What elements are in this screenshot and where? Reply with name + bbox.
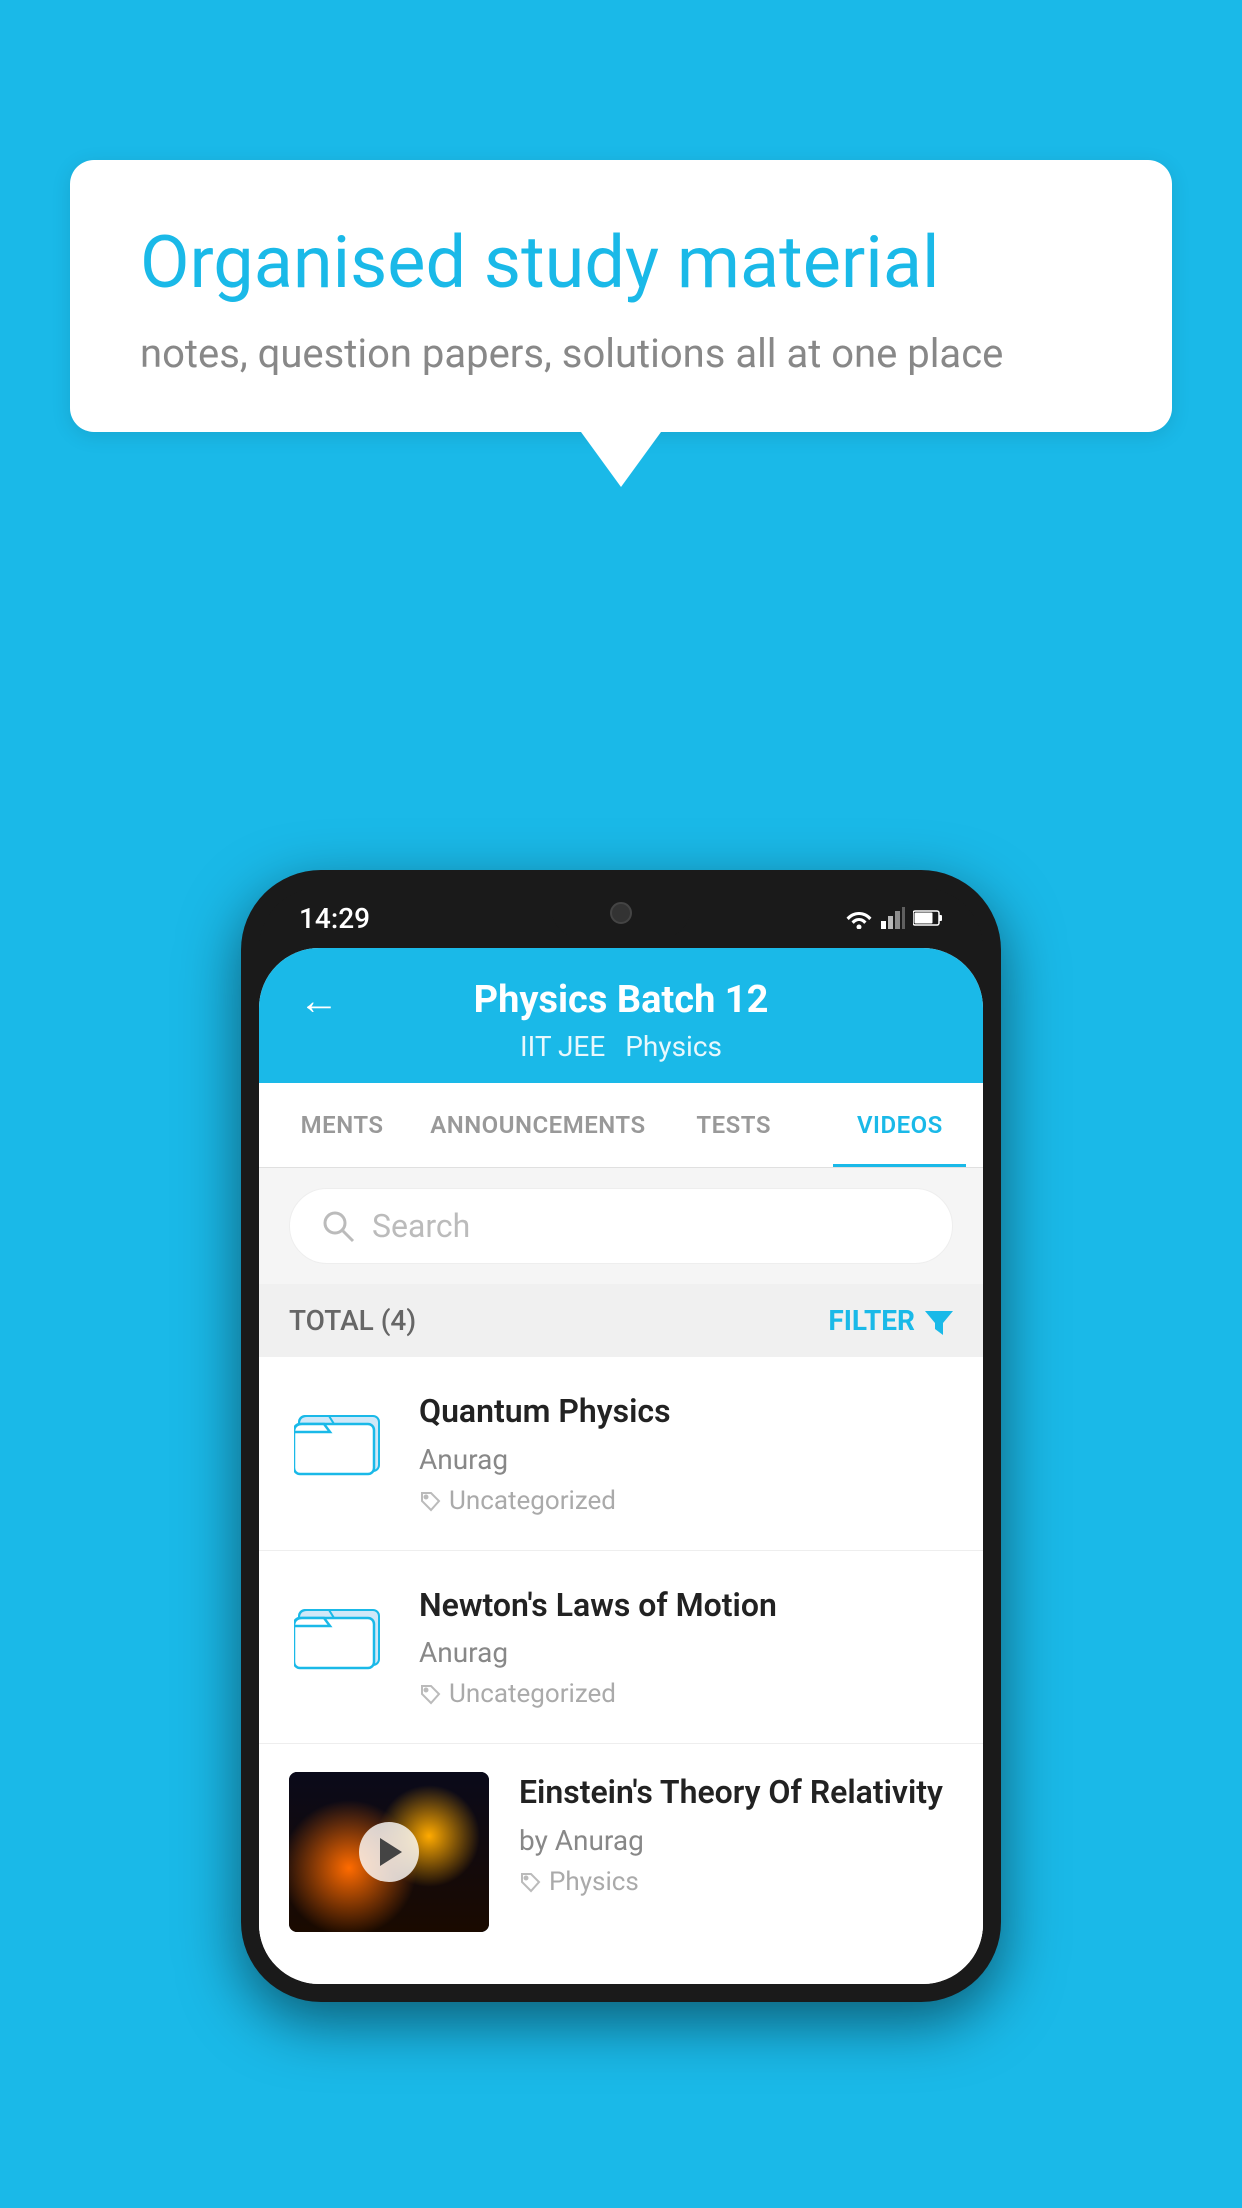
folder-thumb-quantum <box>289 1391 389 1481</box>
header-row: ← Physics Batch 12 <box>299 978 943 1022</box>
tag-label: Uncategorized <box>449 1486 616 1516</box>
phone-notch <box>551 888 691 938</box>
list-item[interactable]: Newton's Laws of Motion Anurag Uncategor… <box>259 1551 983 1745</box>
tag-icon <box>519 1871 541 1893</box>
tab-ments[interactable]: MENTS <box>259 1083 425 1167</box>
video-list: Quantum Physics Anurag Uncategorized <box>259 1357 983 1984</box>
list-item[interactable]: Einstein's Theory Of Relativity by Anura… <box>259 1744 983 1960</box>
filter-button[interactable]: FILTER <box>828 1304 953 1337</box>
total-count: TOTAL (4) <box>289 1304 416 1337</box>
video-info-newton: Newton's Laws of Motion Anurag Uncategor… <box>419 1585 953 1710</box>
partial-item-einstein: Einstein's Theory Of Relativity by Anura… <box>259 1744 983 1984</box>
tabs-bar: MENTS ANNOUNCEMENTS TESTS VIDEOS <box>259 1083 983 1168</box>
subtitle-tag2: Physics <box>625 1030 722 1063</box>
tag-icon <box>419 1490 441 1512</box>
speech-bubble-area: Organised study material notes, question… <box>70 160 1172 487</box>
video-info-quantum: Quantum Physics Anurag Uncategorized <box>419 1391 953 1516</box>
video-tag: Uncategorized <box>419 1486 953 1516</box>
filter-label: FILTER <box>828 1304 915 1337</box>
status-icons <box>845 907 943 929</box>
list-item[interactable]: Quantum Physics Anurag Uncategorized <box>259 1357 983 1551</box>
app-title: Physics Batch 12 <box>474 978 769 1022</box>
app-subtitle-row: IIT JEE Physics <box>520 1030 722 1063</box>
video-author: Anurag <box>419 1443 953 1476</box>
speech-bubble-arrow <box>581 432 661 487</box>
video-author: by Anurag <box>519 1824 953 1857</box>
search-container: Search <box>259 1168 983 1284</box>
tag-label: Uncategorized <box>449 1679 616 1709</box>
back-button[interactable]: ← <box>299 977 339 1024</box>
play-button[interactable] <box>359 1822 419 1882</box>
status-bar: 14:29 <box>259 888 983 948</box>
video-title: Quantum Physics <box>419 1391 953 1433</box>
tab-videos[interactable]: VIDEOS <box>817 1083 983 1167</box>
folder-thumb-newton <box>289 1585 389 1675</box>
video-title: Einstein's Theory Of Relativity <box>519 1772 953 1814</box>
tab-announcements[interactable]: ANNOUNCEMENTS <box>425 1083 650 1167</box>
phone-screen: ← Physics Batch 12 IIT JEE Physics MENTS… <box>259 948 983 1984</box>
phone-outer-shell: 14:29 <box>241 870 1001 2002</box>
play-triangle-icon <box>380 1838 402 1866</box>
battery-icon <box>913 909 943 927</box>
tab-tests[interactable]: TESTS <box>651 1083 817 1167</box>
speech-bubble-title: Organised study material <box>140 220 1102 306</box>
folder-icon <box>294 1590 384 1670</box>
tag-label: Physics <box>549 1867 639 1897</box>
search-bar[interactable]: Search <box>289 1188 953 1264</box>
camera-dot <box>610 902 632 924</box>
tag-icon <box>419 1683 441 1705</box>
speech-bubble-card: Organised study material notes, question… <box>70 160 1172 432</box>
search-icon <box>320 1208 356 1244</box>
folder-icon <box>294 1396 384 1476</box>
signal-icon <box>881 907 905 929</box>
video-author: Anurag <box>419 1636 953 1669</box>
app-header: ← Physics Batch 12 IIT JEE Physics <box>259 948 983 1083</box>
phone-mockup: 14:29 <box>241 870 1001 2002</box>
filter-icon <box>925 1307 953 1335</box>
video-title: Newton's Laws of Motion <box>419 1585 953 1627</box>
video-tag: Uncategorized <box>419 1679 953 1709</box>
filter-bar: TOTAL (4) FILTER <box>259 1284 983 1357</box>
einstein-thumbnail <box>289 1772 489 1932</box>
subtitle-tag1: IIT JEE <box>520 1030 605 1063</box>
search-placeholder: Search <box>372 1207 470 1245</box>
phone-time: 14:29 <box>299 902 370 935</box>
video-tag: Physics <box>519 1867 953 1897</box>
einstein-info: Einstein's Theory Of Relativity by Anura… <box>519 1772 953 1897</box>
speech-bubble-subtitle: notes, question papers, solutions all at… <box>140 330 1102 377</box>
wifi-icon <box>845 907 873 929</box>
